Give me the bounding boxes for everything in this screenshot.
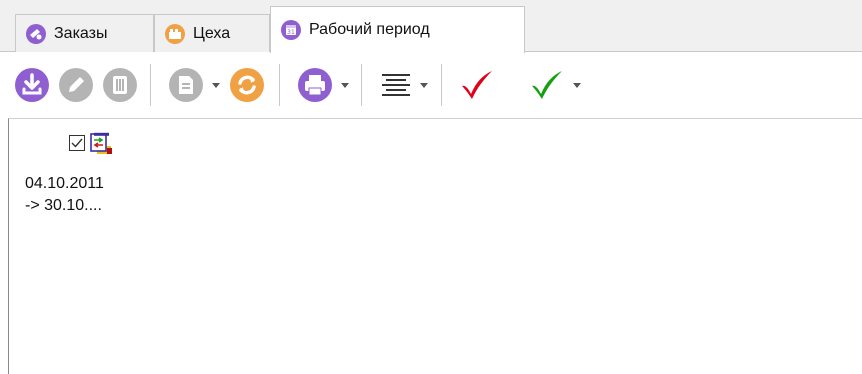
print-button[interactable] [297, 67, 333, 103]
document-button[interactable] [168, 67, 204, 103]
delete-icon [103, 68, 137, 102]
edit-button[interactable] [58, 67, 94, 103]
tab-label: Заказы [54, 24, 108, 42]
tab-bar: Заказы Цеха 31 Рабочий период [0, 0, 862, 53]
align-dropdown-arrow[interactable] [419, 79, 429, 91]
toolbar-separator [361, 64, 362, 106]
toolbar-separator [441, 64, 442, 106]
tab-orders[interactable]: Заказы [15, 14, 154, 52]
check-green-button[interactable] [528, 67, 564, 103]
tab-label: Рабочий период [309, 21, 430, 38]
orders-icon [26, 23, 46, 44]
item-end-date: -> 30.10.... [25, 197, 102, 214]
tab-label: Цеха [193, 24, 231, 42]
workshop-icon [165, 23, 185, 44]
chevron-down-icon [341, 83, 349, 88]
refresh-button[interactable] [229, 67, 265, 103]
print-icon [298, 68, 332, 102]
document-dropdown-arrow[interactable] [211, 79, 221, 91]
item-start-date: 04.10.2011 [25, 175, 104, 192]
delete-button[interactable] [102, 67, 138, 103]
toolbar-separator [279, 64, 280, 106]
svg-text:31: 31 [287, 29, 295, 36]
chevron-down-icon [212, 83, 220, 88]
edit-icon [59, 68, 93, 102]
calendar-icon: 31 [281, 20, 301, 40]
align-button[interactable] [378, 67, 414, 103]
download-button[interactable] [14, 67, 50, 103]
tab-work-period[interactable]: 31 Рабочий период [270, 6, 525, 53]
item-checkbox[interactable] [69, 135, 85, 151]
period-transfer-icon [89, 132, 113, 156]
tab-workshops[interactable]: Цеха [154, 14, 270, 52]
check-dropdown-arrow[interactable] [572, 79, 582, 91]
refresh-icon [230, 68, 264, 102]
check-red-button[interactable] [458, 67, 494, 103]
check-red-icon [462, 71, 492, 99]
check-green-icon [532, 71, 562, 99]
toolbar-separator [150, 64, 151, 106]
period-list-view: 04.10.2011 -> 30.10.... [8, 118, 862, 374]
document-icon [169, 68, 203, 102]
toolbar [0, 52, 862, 118]
align-icon [382, 74, 410, 96]
chevron-down-icon [420, 83, 428, 88]
list-item[interactable]: 04.10.2011 -> 30.10.... [25, 131, 185, 231]
chevron-down-icon [573, 83, 581, 88]
download-icon [15, 68, 49, 102]
checkbox-checked-icon [69, 135, 85, 151]
print-dropdown-arrow[interactable] [340, 79, 350, 91]
